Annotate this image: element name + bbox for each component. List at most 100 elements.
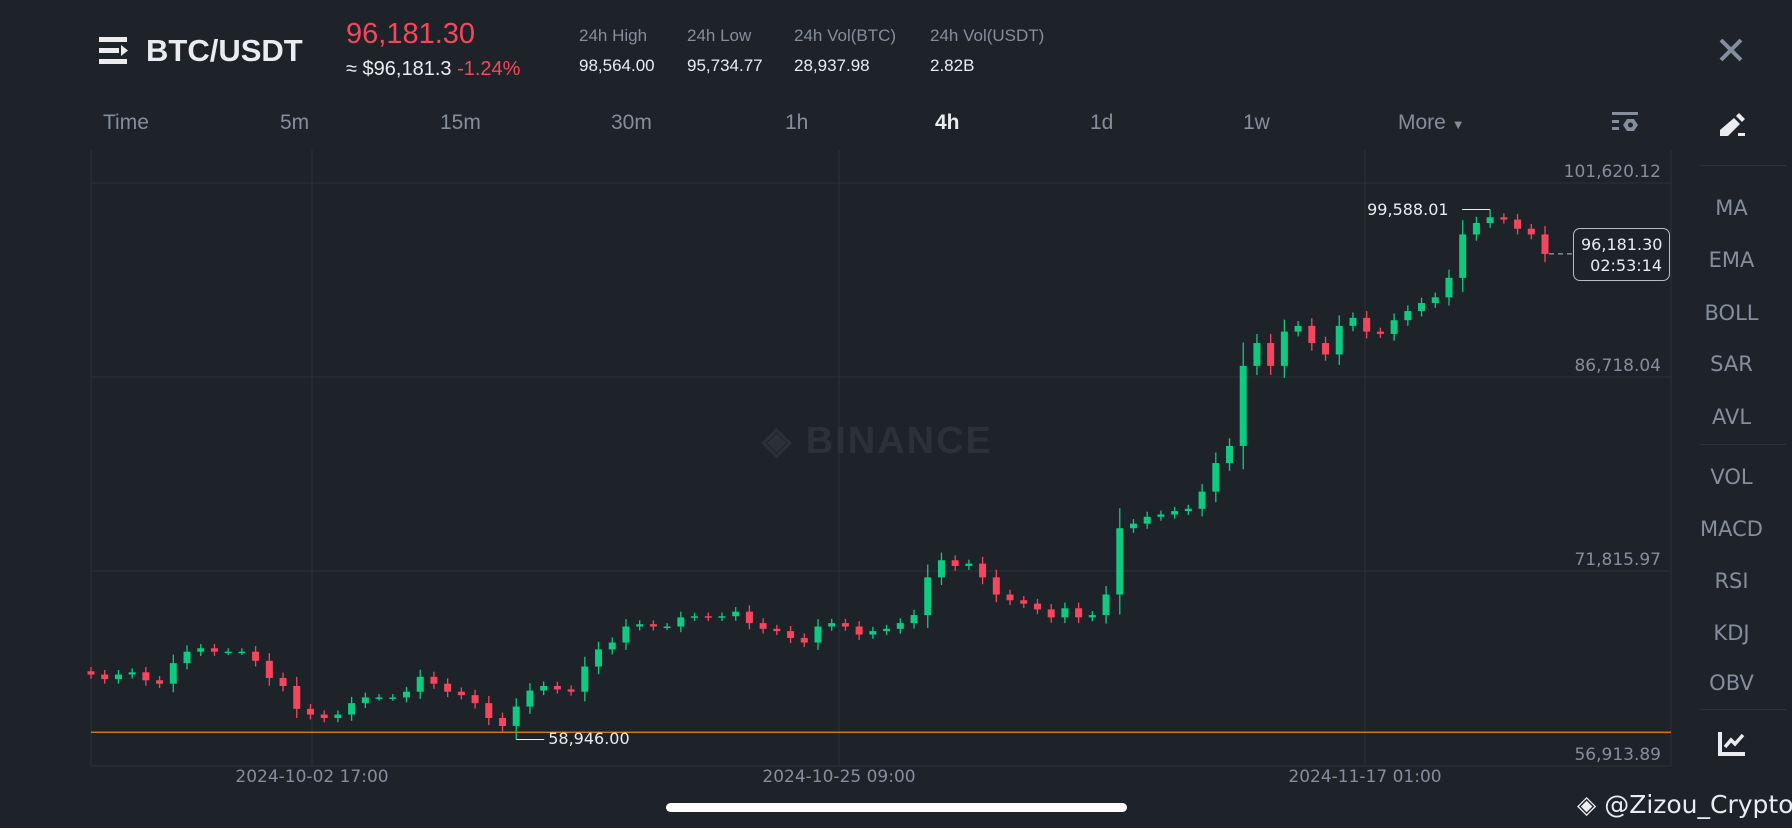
candle-body (1143, 516, 1151, 524)
candle-body (1116, 528, 1124, 595)
stat-label: 24h Low (687, 26, 752, 45)
indicator-macd[interactable]: MACD (1671, 517, 1792, 541)
candle-body (87, 671, 95, 675)
x-tick: 2024-10-25 09:00 (762, 767, 916, 787)
tab-more-label: More (1398, 111, 1446, 134)
candle-body (745, 611, 753, 624)
y-tick: 101,620.12 (1563, 162, 1661, 182)
candle-body (279, 677, 287, 686)
candle-body (1033, 603, 1041, 610)
current-price-box[interactable]: 96,181.30 02:53:14 (1573, 227, 1670, 281)
candle-body (773, 628, 781, 632)
approx-value: ≈ $96,181.3 (346, 58, 452, 80)
price-change: -1.24% (457, 58, 521, 80)
candle-body (553, 685, 561, 690)
tab-15m[interactable]: 15m (440, 111, 481, 135)
indicator-chart-icon[interactable] (1718, 730, 1746, 761)
candle-body (649, 624, 657, 627)
candle-body (896, 623, 904, 629)
tab-more[interactable]: More ▼ (1398, 111, 1465, 135)
sidebar-divider (1700, 444, 1786, 445)
candle-body (169, 663, 177, 684)
candle-body (1363, 317, 1371, 332)
candle-body (334, 714, 342, 718)
tab-time[interactable]: Time (103, 111, 149, 135)
tab-1h[interactable]: 1h (785, 111, 808, 135)
candle-body (457, 691, 465, 696)
indicator-boll[interactable]: BOLL (1671, 301, 1792, 325)
candle-body (361, 697, 369, 704)
candle-body (732, 611, 740, 617)
candle-body (992, 577, 1000, 595)
indicator-avl[interactable]: AVL (1671, 405, 1792, 429)
candle-body (979, 563, 987, 578)
candle-body (965, 563, 973, 566)
stat-value: 98,564.00 (579, 56, 655, 75)
tab-1d[interactable]: 1d (1090, 111, 1113, 135)
indicator-sar[interactable]: SAR (1671, 352, 1792, 376)
candle-body (389, 697, 397, 699)
candle-body (1500, 217, 1508, 220)
tab-1w[interactable]: 1w (1243, 111, 1270, 135)
candle-body (1459, 234, 1467, 278)
candle-body (787, 631, 795, 638)
sidebar-divider (1700, 709, 1786, 710)
indicator-obv[interactable]: OBV (1671, 671, 1792, 691)
indicator-rsi[interactable]: RSI (1671, 569, 1792, 593)
candle-body (142, 672, 150, 681)
draw-tool-icon[interactable] (1718, 112, 1746, 143)
tab-5m[interactable]: 5m (280, 111, 309, 135)
indicator-ema[interactable]: EMA (1671, 248, 1792, 272)
indicator-vol[interactable]: VOL (1671, 465, 1792, 489)
candle-body (1102, 594, 1110, 616)
candle-body (883, 628, 891, 632)
y-tick: 71,815.97 (1574, 550, 1661, 570)
candle-body (499, 717, 507, 726)
candle-body (677, 617, 685, 627)
candlestick-chart[interactable] (0, 0, 1792, 828)
close-icon[interactable] (1718, 37, 1744, 68)
candle-body (1157, 514, 1165, 517)
candle-body (114, 674, 122, 680)
candle-body (1088, 615, 1096, 618)
candle-body (183, 651, 191, 664)
candle-body (581, 666, 589, 692)
candle-body (224, 651, 232, 654)
x-tick: 2024-10-02 17:00 (235, 767, 389, 787)
candle-body (869, 631, 877, 635)
candle-body (444, 683, 452, 692)
candle-body (828, 623, 836, 627)
candle-body (1376, 331, 1384, 334)
tab-4h[interactable]: 4h (935, 111, 960, 135)
watermark-text: BINANCE (805, 420, 993, 462)
candle-body (1129, 523, 1137, 529)
pair-title[interactable]: BTC/USDT (146, 33, 303, 69)
chart-settings-icon[interactable] (1612, 112, 1638, 139)
candle-body (1171, 511, 1179, 515)
candle-body (1294, 325, 1302, 332)
credit-text: @Zizou_Crypto (1604, 790, 1792, 819)
candle-body (348, 703, 356, 715)
candle-body (759, 623, 767, 629)
stat-value: 2.82B (930, 56, 975, 75)
indicator-ma[interactable]: MA (1671, 196, 1792, 220)
candle-body (320, 714, 328, 718)
tab-30m[interactable]: 30m (611, 111, 652, 135)
x-tick: 2024-11-17 01:00 (1288, 767, 1442, 787)
home-indicator[interactable] (666, 803, 1127, 812)
candle-body (1349, 317, 1357, 326)
candle-body (718, 616, 726, 618)
candle-body (128, 672, 136, 675)
candle-body (1226, 445, 1234, 464)
candle-body (567, 689, 575, 692)
candle-body (951, 560, 959, 566)
low-price-label: 58,946.00 (548, 729, 630, 749)
candle-body (197, 648, 205, 652)
candle-body (1061, 608, 1069, 618)
candle-body (1445, 277, 1453, 298)
menu-icon[interactable] (99, 35, 131, 67)
indicator-kdj[interactable]: KDJ (1671, 621, 1792, 645)
candle-body (924, 577, 932, 616)
candle-body (238, 651, 246, 654)
candle-body (1253, 343, 1261, 366)
